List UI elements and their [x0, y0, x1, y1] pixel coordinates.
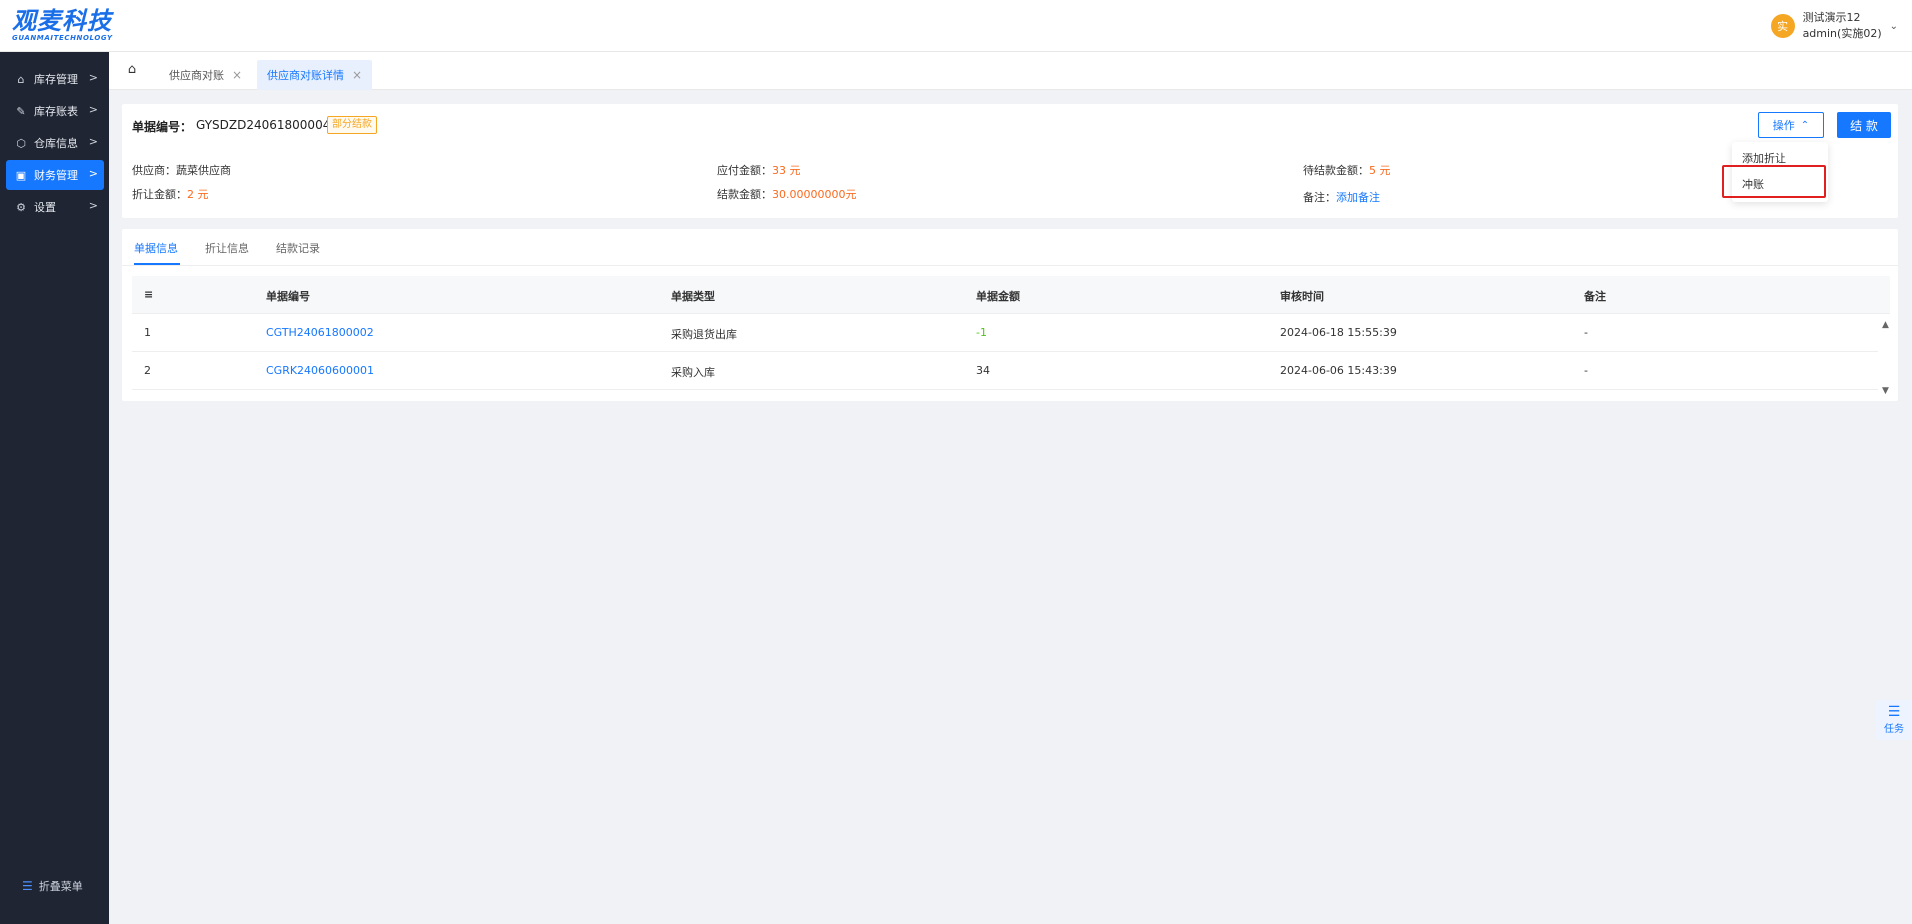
subtab-discount-info[interactable]: 折让信息 [205, 240, 249, 256]
chevron-up-icon: ⌃ [1800, 119, 1810, 131]
collapse-menu-button[interactable]: ☰ 折叠菜单 [22, 878, 83, 894]
table-row: 2 CGRK24060600001 采购入库 34 2024-06-06 15:… [132, 352, 1878, 390]
doc-no: GYSDZD24061800004 [196, 118, 331, 132]
sidebar-item-settings[interactable]: ⚙ 设置 > [6, 192, 104, 222]
sidebar-item-inventory-ledger[interactable]: ✎ 库存账表 > [6, 96, 104, 126]
sidebar: ⌂ 库存管理 > ✎ 库存账表 > ⬡ 仓库信息 > ▣ 财务管理 > ⚙ 设置… [0, 52, 109, 924]
payable-field: 应付金额：33 元 [717, 164, 801, 177]
highlight-box [1722, 165, 1826, 198]
table-header: ≡ 单据编号 单据类型 单据金额 审核时间 备注 [132, 276, 1890, 314]
home-icon: ⌂ [17, 72, 25, 86]
th-doc-no: 单据编号 [266, 290, 310, 303]
task-float-button[interactable]: ☰ 任务 [1876, 700, 1912, 740]
doc-no-link[interactable]: CGTH24061800002 [266, 326, 374, 339]
supplier-field: 供应商：蔬菜供应商 [132, 164, 231, 177]
task-label: 任务 [1884, 724, 1904, 735]
chevron-right-icon: > [88, 135, 98, 148]
page-tabs: ⌂ 供应商对账 × 供应商对账详情 × [109, 52, 1912, 90]
status-badge: 部分结款 [327, 116, 377, 134]
sidebar-item-label: 财务管理 [34, 169, 78, 182]
top-header: 观麦科技 GUANMAITECHNOLOGY 实 测试演示12 admin(实施… [0, 0, 1912, 52]
close-icon[interactable]: × [352, 68, 362, 82]
detail-subtabs: 单据信息 折让信息 结款记录 [122, 229, 1898, 266]
tab-supplier-reconciliation-detail[interactable]: 供应商对账详情 × [257, 60, 373, 90]
settled-field: 结款金额：30.00000000元 [717, 188, 857, 201]
scroll-down-arrow[interactable]: ▼ [1882, 386, 1889, 396]
pending-field: 待结款金额：5 元 [1303, 164, 1391, 177]
user-menu[interactable]: 实 测试演示12 admin(实施02) ⌄ [1770, 10, 1898, 42]
close-icon[interactable]: × [232, 68, 242, 82]
calendar-icon: ▣ [15, 168, 27, 182]
settled-value: 30.00000000元 [772, 188, 857, 201]
subtab-settlement-records[interactable]: 结款记录 [276, 240, 320, 256]
avatar: 实 [1770, 14, 1795, 38]
company-logo[interactable]: 观麦科技 GUANMAITECHNOLOGY [12, 8, 122, 44]
tab-supplier-reconciliation[interactable]: 供应商对账 × [159, 60, 252, 90]
add-remark-link[interactable]: 添加备注 [1336, 191, 1380, 204]
home-icon[interactable]: ⌂ [123, 62, 141, 80]
table-row: 1 CGTH24061800002 采购退货出库 -1 2024-06-18 1… [132, 314, 1878, 352]
gear-icon: ⚙ [16, 200, 26, 214]
scroll-up-arrow[interactable]: ▲ [1882, 320, 1889, 330]
pending-value: 5 元 [1369, 164, 1391, 177]
operation-button-label: 操作 [1772, 119, 1795, 132]
settle-button[interactable]: 结 款 [1837, 112, 1891, 138]
th-audit-time: 审核时间 [1280, 290, 1324, 303]
tab-label: 供应商对账详情 [267, 69, 344, 82]
discount-field: 折让金额：2 元 [132, 188, 209, 201]
user-name: 测试演示12 [1802, 11, 1861, 24]
chevron-right-icon: > [88, 71, 98, 84]
subtab-document-info[interactable]: 单据信息 [134, 240, 178, 256]
discount-value: 2 元 [187, 188, 209, 201]
menu-item-add-discount[interactable]: 添加折让 [1742, 150, 1786, 166]
detail-tabs-card: 单据信息 折让信息 结款记录 ≡ 单据编号 单据类型 单据金额 审核时间 备注 … [122, 229, 1898, 401]
user-info: 测试演示12 admin(实施02) [1803, 10, 1882, 42]
th-remark: 备注 [1584, 290, 1606, 303]
sidebar-item-label: 库存账表 [34, 105, 78, 118]
doc-no-link[interactable]: CGRK24060600001 [266, 364, 374, 377]
sidebar-item-label: 设置 [34, 201, 56, 214]
ledger-icon: ✎ [16, 104, 26, 118]
logo-subtext: GUANMAITECHNOLOGY [12, 34, 113, 42]
chevron-down-icon[interactable]: ⌄ [1890, 21, 1898, 32]
logo-text: 观麦科技 [12, 7, 112, 35]
operation-dropdown-button[interactable]: 操作 ⌃ [1758, 112, 1824, 138]
user-account: admin(实施02) [1802, 27, 1882, 40]
supplier-value: 蔬菜供应商 [176, 164, 231, 177]
th-doc-type: 单据类型 [671, 290, 715, 303]
menu-fold-icon: ☰ [22, 879, 33, 893]
chevron-right-icon: > [88, 103, 98, 116]
th-doc-amount: 单据金额 [976, 290, 1020, 303]
sidebar-item-label: 库存管理 [34, 73, 78, 86]
cube-icon: ⬡ [16, 136, 26, 150]
layers-icon: ☰ [1887, 704, 1901, 720]
sidebar-item-warehouse[interactable]: ⬡ 仓库信息 > [6, 128, 104, 158]
chevron-right-icon: > [88, 167, 98, 180]
chevron-right-icon: > [88, 199, 98, 212]
collapse-menu-label: 折叠菜单 [38, 880, 83, 893]
sidebar-item-inventory[interactable]: ⌂ 库存管理 > [6, 64, 104, 94]
column-settings-icon[interactable]: ≡ [144, 288, 153, 301]
tab-label: 供应商对账 [169, 69, 224, 82]
sidebar-item-label: 仓库信息 [34, 137, 78, 150]
payable-value: 33 元 [772, 164, 801, 177]
active-tab-indicator [134, 263, 180, 265]
doc-no-label: 单据编号： [132, 120, 193, 134]
reconciliation-summary-card: 单据编号： GYSDZD24061800004 部分结款 供应商：蔬菜供应商 折… [122, 104, 1898, 218]
sidebar-item-finance[interactable]: ▣ 财务管理 > [6, 160, 104, 190]
remark-field: 备注：添加备注 [1303, 191, 1380, 204]
